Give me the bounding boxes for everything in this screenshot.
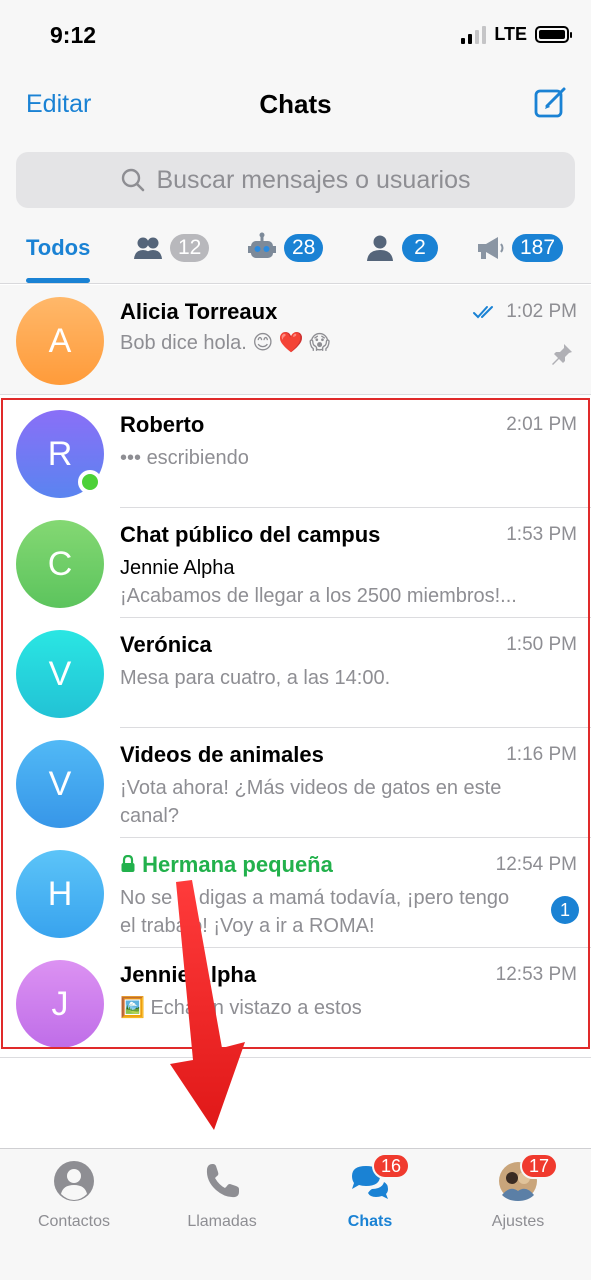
bottom-tab-bar: Contactos Llamadas 16 Chats 17 Ajustes bbox=[0, 1148, 591, 1280]
tab-private[interactable]: 2 bbox=[364, 230, 438, 266]
chat-time: 2:01 PM bbox=[506, 414, 577, 435]
avatar: C bbox=[16, 520, 104, 608]
tab-private-count: 2 bbox=[402, 234, 438, 262]
avatar: V bbox=[16, 740, 104, 828]
tab-todos-label: Todos bbox=[26, 235, 91, 260]
active-tab-indicator bbox=[26, 278, 90, 283]
double-check-icon bbox=[473, 306, 494, 319]
network-label: LTE bbox=[494, 24, 527, 44]
page-title: Chats bbox=[259, 89, 332, 119]
search-input[interactable]: Buscar mensajes o usuarios bbox=[156, 166, 470, 195]
chat-preview: No se lo digas a mamá todavía, ¡pero ten… bbox=[120, 887, 510, 937]
chat-list: A Alicia Torreaux 1:02 PM Bob dice hola.… bbox=[0, 285, 591, 1058]
avatar: J bbox=[16, 960, 104, 1048]
chat-preview-block: Jennie Alpha ¡Acabamos de llegar a los 2… bbox=[120, 554, 560, 610]
chat-row-jennie[interactable]: J Jennie Alpha 12:53 PM 🖼️ Echa un vista… bbox=[0, 948, 591, 1058]
tab-channels[interactable]: 187 bbox=[474, 230, 564, 266]
avatar: A bbox=[16, 297, 104, 385]
chat-name: Roberto bbox=[120, 412, 205, 437]
tab-groups-count: 12 bbox=[170, 234, 210, 262]
chats-badge: 16 bbox=[372, 1153, 411, 1179]
chat-name: Chat público del campus bbox=[120, 522, 381, 547]
status-indicators: LTE bbox=[461, 24, 572, 45]
nav-bar: Editar Chats bbox=[0, 72, 591, 136]
chat-preview: ¡Vota ahora! ¿Más videos de gatos en est… bbox=[120, 777, 502, 827]
divider bbox=[0, 1057, 591, 1058]
chat-preview: Mesa para cuatro, a las 14:00. bbox=[120, 667, 391, 689]
search-area: Buscar mensajes o usuarios bbox=[0, 136, 591, 216]
tab-label: Ajustes bbox=[491, 1213, 545, 1230]
status-bar: 9:12 LTE bbox=[0, 0, 591, 72]
signal-icon bbox=[461, 25, 487, 44]
compose-icon[interactable] bbox=[533, 84, 569, 120]
search-field[interactable]: Buscar mensajes o usuarios bbox=[16, 152, 575, 208]
chat-name: Jennie Alpha bbox=[120, 962, 257, 987]
phone-icon bbox=[200, 1159, 244, 1203]
groups-icon bbox=[134, 237, 162, 259]
tab-bots-count: 28 bbox=[284, 234, 324, 262]
tab-label: Chats bbox=[347, 1213, 393, 1230]
chat-time: 1:02 PM bbox=[506, 301, 577, 322]
tab-contactos[interactable]: Contactos bbox=[0, 1159, 148, 1239]
settings-badge: 17 bbox=[520, 1153, 559, 1179]
chat-name: Videos de animales bbox=[120, 742, 324, 767]
chat-preview: ••• escribiendo bbox=[120, 447, 249, 469]
divider bbox=[0, 394, 591, 395]
battery-icon bbox=[535, 26, 572, 43]
chat-row-animales[interactable]: V Videos de animales 1:16 PM ¡Vota ahora… bbox=[0, 728, 591, 838]
chat-name: Verónica bbox=[120, 632, 212, 657]
bot-icon bbox=[248, 232, 276, 258]
chat-row-roberto[interactable]: R Roberto 2:01 PM ••• escribiendo bbox=[0, 398, 591, 508]
chats-icon: 16 bbox=[348, 1153, 411, 1203]
chat-row-hermana[interactable]: H Hermana pequeña 12:54 PM No se lo diga… bbox=[0, 838, 591, 948]
settings-avatar-icon: 17 bbox=[496, 1153, 559, 1203]
chat-row-veronica[interactable]: V Verónica 1:50 PM Mesa para cuatro, a l… bbox=[0, 618, 591, 728]
chat-time: 1:16 PM bbox=[506, 744, 577, 765]
search-icon bbox=[122, 168, 145, 192]
chat-row-campus[interactable]: C Chat público del campus 1:53 PM Jennie… bbox=[0, 508, 591, 618]
tab-label: Contactos bbox=[37, 1213, 111, 1230]
status-time: 9:12 bbox=[50, 22, 97, 48]
unread-badge: 1 bbox=[551, 896, 579, 924]
tab-bots[interactable]: 28 bbox=[246, 230, 324, 266]
tab-llamadas[interactable]: Llamadas bbox=[148, 1159, 296, 1239]
avatar: V bbox=[16, 630, 104, 718]
chat-time: 1:53 PM bbox=[506, 524, 577, 545]
chat-time-group: 1:02 PM bbox=[472, 301, 577, 323]
person-icon bbox=[367, 235, 393, 261]
chat-name-group: Hermana pequeña bbox=[120, 852, 333, 878]
filter-tabs: Todos 12 28 2 187 bbox=[0, 216, 591, 284]
contacts-icon bbox=[52, 1159, 96, 1203]
tab-channels-count: 187 bbox=[512, 234, 564, 262]
chat-row-alicia[interactable]: A Alicia Torreaux 1:02 PM Bob dice hola.… bbox=[0, 285, 591, 395]
chat-time: 1:50 PM bbox=[506, 634, 577, 655]
tab-label: Llamadas bbox=[187, 1213, 257, 1230]
chat-preview: 🖼️ Echa un vistazo a estos bbox=[120, 997, 362, 1019]
chat-sender: Jennie Alpha bbox=[120, 557, 235, 579]
megaphone-icon bbox=[478, 237, 504, 259]
tab-ajustes[interactable]: 17 Ajustes bbox=[444, 1153, 591, 1239]
chat-name: Alicia Torreaux bbox=[120, 299, 278, 324]
tab-groups[interactable]: 12 bbox=[132, 230, 210, 266]
avatar: H bbox=[16, 850, 104, 938]
chat-time: 12:54 PM bbox=[495, 854, 577, 875]
tab-chats[interactable]: 16 Chats bbox=[296, 1153, 444, 1239]
chat-time: 12:53 PM bbox=[495, 964, 577, 985]
pin-icon bbox=[552, 344, 572, 365]
chat-preview: Bob dice hola. 😊 ❤️ 😱 bbox=[120, 332, 331, 354]
chat-preview: ¡Acabamos de llegar a los 2500 miembros!… bbox=[120, 585, 517, 607]
online-indicator bbox=[78, 470, 102, 494]
chat-name: Hermana pequeña bbox=[142, 852, 333, 877]
lock-icon bbox=[121, 854, 135, 872]
tab-todos[interactable]: Todos bbox=[26, 230, 90, 266]
